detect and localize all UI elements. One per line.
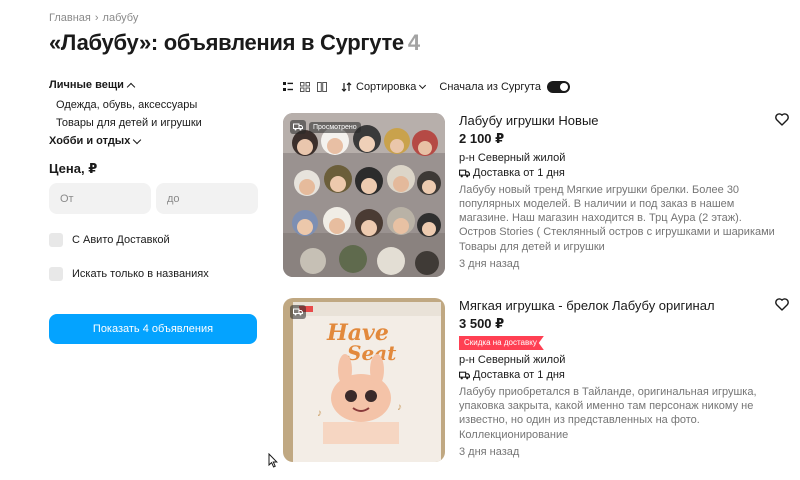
category-personal-items[interactable]: Личные вещи	[49, 78, 258, 92]
results-toolbar: Сортировка Сначала из Сургута	[283, 79, 570, 95]
sort-label: Сортировка	[356, 81, 417, 93]
delivery-text: Доставка от 1 дня	[473, 369, 565, 381]
delivery-icon	[459, 371, 470, 379]
view-switcher	[283, 82, 327, 92]
subcategory-clothing[interactable]: Одежда, обувь, аксессуары	[56, 96, 258, 114]
listing-description: Лабубу приобретался в Тайланде, оригинал…	[459, 386, 757, 426]
price-to-input[interactable]	[156, 183, 258, 214]
svg-text:♪: ♪	[397, 402, 402, 413]
listing-category: Коллекционирование	[459, 429, 569, 441]
titles-only-filter[interactable]: Искать только в названиях	[49, 267, 209, 281]
local-first-toggle[interactable]	[546, 81, 570, 93]
listing-photo[interactable]: Просмотрено	[283, 113, 445, 277]
viewed-label: Просмотрено	[309, 121, 361, 133]
listing-title[interactable]: Мягкая игрушка - брелок Лабубу оригинал	[459, 298, 777, 314]
svg-text:♪: ♪	[317, 408, 322, 419]
listing-price: 2 100 ₽	[459, 131, 505, 146]
results-count: 4	[407, 30, 420, 55]
listing-info: Лабубу игрушки Новые 2 100 ₽ р-н Северны…	[459, 113, 777, 271]
grid-view-icon[interactable]	[300, 82, 310, 92]
delivery-icon	[290, 120, 306, 134]
favorite-heart-icon[interactable]	[775, 298, 789, 316]
breadcrumb: Главная › лабубу	[49, 12, 138, 24]
avito-delivery-checkbox[interactable]	[49, 233, 63, 247]
listing-date: 3 дня назад	[459, 258, 520, 270]
listing-price: 3 500 ₽	[459, 316, 505, 331]
avito-delivery-label: С Авито Доставкой	[72, 234, 170, 246]
sort-icon	[341, 82, 352, 92]
page-title: «Лабубу»: объявления в Сургуте 4	[49, 30, 420, 56]
gallery-view-icon[interactable]	[317, 82, 327, 92]
category-hobby[interactable]: Хобби и отдых	[49, 134, 258, 148]
listing-location: р-н Северный жилой	[459, 152, 566, 164]
category-filter: Личные вещи Одежда, обувь, аксессуары То…	[49, 78, 258, 148]
delivery-icon	[459, 169, 470, 177]
listing-delivery: Доставка от 1 дня	[459, 166, 777, 180]
listing-photo[interactable]: Have Seat ♪ ♪	[283, 298, 445, 462]
delivery-discount-badge: Скидка на доставку	[459, 336, 544, 350]
breadcrumb-separator: ›	[94, 12, 99, 24]
delivery-icon	[290, 305, 306, 319]
image-tags: Просмотрено	[290, 120, 361, 134]
image-tags	[290, 305, 306, 319]
price-filter-title: Цена, ₽	[49, 161, 98, 176]
listing-info: Мягкая игрушка - брелок Лабубу оригинал …	[459, 298, 777, 459]
listing-title[interactable]: Лабубу игрушки Новые	[459, 113, 777, 129]
listing-location: р-н Северный жилой	[459, 354, 566, 366]
category-label: Личные вещи	[49, 79, 124, 91]
list-view-icon[interactable]	[283, 82, 293, 92]
titles-only-label: Искать только в названиях	[72, 268, 209, 280]
price-filter	[49, 183, 258, 214]
chevron-up-icon	[126, 82, 136, 91]
listing-date: 3 дня назад	[459, 446, 520, 458]
subcategory-kids-toys[interactable]: Товары для детей и игрушки	[56, 114, 258, 132]
listing-delivery: Доставка от 1 дня	[459, 368, 777, 382]
toy-box-photo: Have Seat ♪ ♪	[283, 298, 445, 462]
page-title-text: «Лабубу»: объявления в Сургуте	[49, 30, 404, 55]
delivery-text: Доставка от 1 дня	[473, 167, 565, 179]
breadcrumb-current-link[interactable]: лабубу	[103, 12, 139, 24]
listing-category: Товары для детей и игрушки	[459, 241, 605, 253]
local-first-label: Сначала из Сургута	[439, 81, 541, 93]
mouse-cursor-icon	[268, 452, 278, 473]
listing-card[interactable]: Просмотрено Лабубу игрушки Новые 2 100 ₽…	[283, 113, 793, 279]
toys-photo	[283, 113, 445, 277]
sort-button[interactable]: Сортировка	[341, 81, 427, 93]
favorite-heart-icon[interactable]	[775, 113, 789, 131]
listing-card[interactable]: Have Seat ♪ ♪ Мягкая игрушка - брелок Ла…	[283, 298, 793, 464]
listing-description: Лабубу новый тренд Мягкие игрушки брелки…	[459, 184, 775, 238]
chevron-down-icon	[133, 135, 142, 144]
avito-delivery-filter[interactable]: С Авито Доставкой	[49, 233, 170, 247]
chevron-down-icon	[419, 81, 427, 90]
price-from-input[interactable]	[49, 183, 151, 214]
category-label: Хобби и отдых	[49, 135, 131, 147]
breadcrumb-home-link[interactable]: Главная	[49, 12, 91, 24]
show-results-button[interactable]: Показать 4 объявления	[49, 314, 257, 344]
titles-only-checkbox[interactable]	[49, 267, 63, 281]
